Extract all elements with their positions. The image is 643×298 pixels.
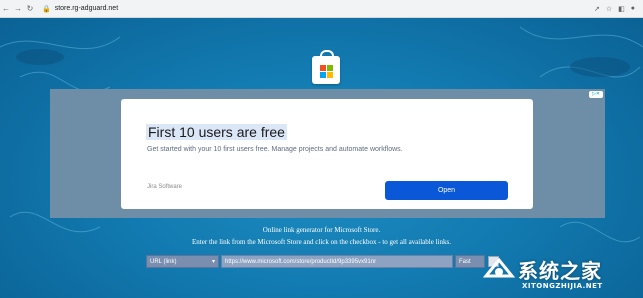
watermark-logo-icon xyxy=(482,257,516,278)
url-input-value: https://www.microsoft.com/store/productI… xyxy=(225,258,377,265)
watermark-subtitle: XITONGZHIJIA.NET xyxy=(522,282,603,290)
browser-toolbar: ← → ↻ 🔒 store.rg-adguard.net ↗ ☆ ◧ ● xyxy=(0,0,643,18)
address-bar[interactable]: store.rg-adguard.net xyxy=(55,5,118,12)
profile-icon[interactable]: ● xyxy=(631,5,635,13)
lock-icon: 🔒 xyxy=(42,5,51,13)
logo-tile-blue xyxy=(320,72,326,78)
ad-banner: ▷✕ First 10 users are free Get started w… xyxy=(50,89,605,218)
reload-icon[interactable]: ↻ xyxy=(24,4,36,13)
type-select[interactable]: URL (link) ▾ xyxy=(146,255,219,268)
ad-title: First 10 users are free xyxy=(146,124,287,140)
ring-select-value: Fast xyxy=(459,258,471,265)
share-icon[interactable]: ↗ xyxy=(594,5,600,13)
windows-logo-icon xyxy=(320,65,333,78)
watermark-title: 系统之家 xyxy=(518,259,602,283)
ad-description: Get started with your 10 first users fre… xyxy=(147,146,403,153)
back-icon[interactable]: ← xyxy=(0,4,12,13)
bag-handle-icon xyxy=(320,50,334,60)
watermark: 系统之家 XITONGZHIJIA.NET xyxy=(478,252,638,296)
adchoices-icon[interactable]: ▷✕ xyxy=(588,91,603,98)
type-select-value: URL (link) xyxy=(150,258,177,265)
sidepanel-icon[interactable]: ◧ xyxy=(618,5,625,13)
chevron-down-icon: ▾ xyxy=(211,259,215,265)
ad-brand: Jira Software xyxy=(147,184,183,190)
forward-icon[interactable]: → xyxy=(12,4,24,13)
logo-tile-green xyxy=(327,65,333,71)
star-icon[interactable]: ☆ xyxy=(606,5,612,13)
ad-card[interactable]: First 10 users are free Get started with… xyxy=(121,99,533,209)
microsoft-store-icon xyxy=(312,50,340,84)
info-line-2: Enter the link from the Microsoft Store … xyxy=(192,238,451,246)
info-line-1: Online link generator for Microsoft Stor… xyxy=(262,226,381,234)
ad-open-button[interactable]: Open xyxy=(385,181,508,200)
logo-tile-yellow xyxy=(327,72,333,78)
logo-tile-red xyxy=(320,65,326,71)
url-input[interactable]: https://www.microsoft.com/store/productI… xyxy=(221,255,453,268)
